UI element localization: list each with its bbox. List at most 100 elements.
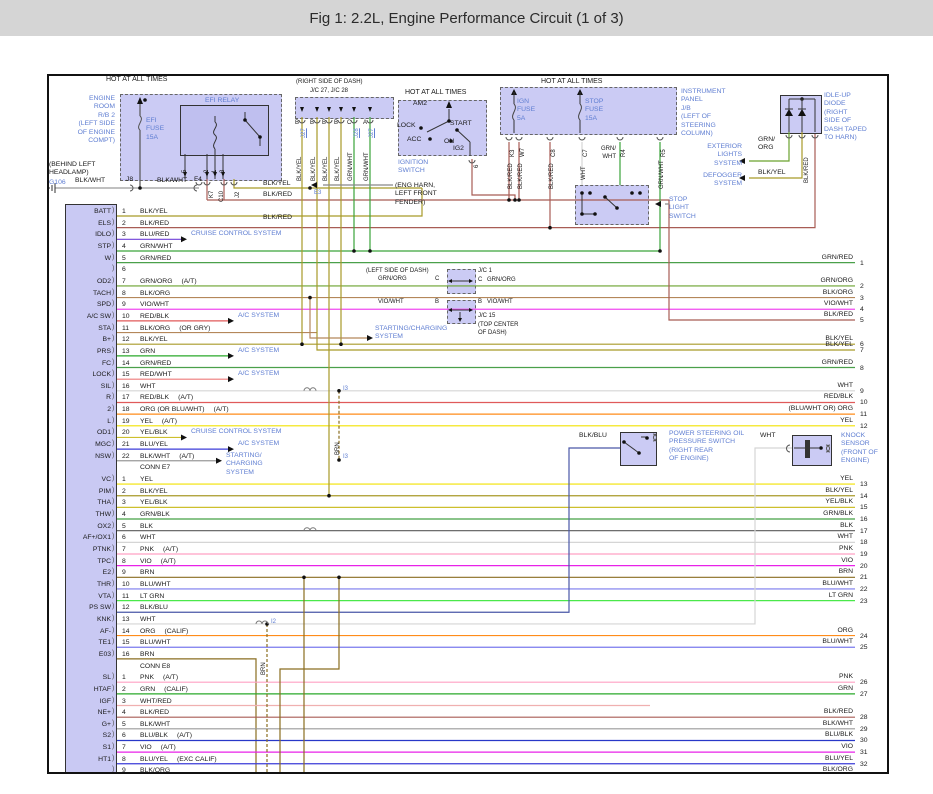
system-arrow-label: A/C SYSTEM xyxy=(238,346,280,354)
pin-number: 10 xyxy=(122,580,130,588)
pin-bracket: ) xyxy=(112,253,115,261)
wire-color-label: PNK (A/T) xyxy=(140,674,179,682)
exit-wire-number: 2 xyxy=(860,282,864,290)
efi-relay-box xyxy=(180,105,269,156)
wire-note: (EXC CALIF) xyxy=(176,755,217,763)
symbol xyxy=(309,527,317,531)
pin-bracket: ) xyxy=(112,335,115,343)
pin-bracket: ) xyxy=(112,230,115,238)
wire-color-label: GRN xyxy=(140,347,156,355)
label-relay_pins-0: 5 xyxy=(182,169,188,173)
pin-number: 4 xyxy=(122,242,126,250)
junction-dot xyxy=(517,198,521,202)
label-e3: E3 xyxy=(314,190,322,196)
label-fuse_wires-1: BLK/RED xyxy=(518,163,524,189)
pin-number: 13 xyxy=(122,347,130,355)
figure-title: Fig 1: 2.2L, Engine Performance Circuit … xyxy=(0,0,933,36)
pin-number: 3 xyxy=(122,697,126,705)
label-blk_wht_2: BLK/WHT xyxy=(157,177,188,184)
exit-wire-number: 24 xyxy=(860,632,868,640)
wire-color-label: BLK/YEL xyxy=(140,208,168,215)
label-jc15_rb: B xyxy=(478,299,483,305)
exit-wire-number: 18 xyxy=(860,539,868,547)
pin-bracket: ) xyxy=(112,649,115,657)
junction-connector-15-box xyxy=(447,300,476,324)
label-lock: LOCK xyxy=(397,122,416,129)
connector-pin-label: OX2 xyxy=(97,522,111,530)
connector-pin-label: SIL xyxy=(100,382,111,390)
system-arrow-label: A/C SYSTEM xyxy=(238,370,280,378)
wire-color-label: PNK (A/T) xyxy=(140,545,179,553)
exit-wire-label: (BLU/WHT OR) ORG xyxy=(788,405,853,413)
wire-color-label: BLU/WHT xyxy=(140,580,171,588)
pin-bracket: ) xyxy=(112,556,115,564)
pin-bracket: ) xyxy=(112,370,115,378)
wire-note: (A/T) xyxy=(176,732,193,740)
label-start: START xyxy=(450,120,472,127)
exit-wire-label: PNK xyxy=(839,544,853,552)
symbol xyxy=(303,387,311,391)
wire-note: (A/T) xyxy=(162,674,179,682)
connector-pin-label: THW xyxy=(95,511,111,519)
junction-connector-27-28-box xyxy=(295,97,394,119)
connector-pin-label: PRS xyxy=(97,347,111,355)
label-jc_links-0: J27 xyxy=(301,128,307,138)
wire-color-label: WHT xyxy=(140,382,156,390)
connector-pin-label: L xyxy=(107,417,111,425)
pin-number: 19 xyxy=(122,417,130,425)
connector-pin-label: 2 xyxy=(107,406,111,414)
wire-color-label: BLK/YEL xyxy=(140,336,168,344)
label-hot2: HOT AT ALL TIMES xyxy=(405,89,467,96)
exit-wire-number: 28 xyxy=(860,714,868,722)
label-i3_a: I3 xyxy=(343,386,349,392)
system-arrow-label: CRUISE CONTROL SYSTEM xyxy=(191,230,282,238)
wire-note: (OR GRY) xyxy=(179,324,211,332)
connector-pin-label: NSW xyxy=(95,452,111,460)
wire-color-label: YEL (A/T) xyxy=(140,417,177,425)
exit-wire-number: 7 xyxy=(860,347,864,354)
pin-bracket: ) xyxy=(112,521,115,529)
label-ignition_switch: IGNITION SWITCH xyxy=(398,159,429,175)
exit-wire-label: GRN/ORG xyxy=(820,276,853,284)
symbol xyxy=(505,136,513,141)
label-blk_wht_1: BLK/WHT xyxy=(75,177,106,184)
symbol xyxy=(798,134,806,139)
pin-bracket: ) xyxy=(112,323,115,331)
connector-header: CONN E8 xyxy=(140,662,171,670)
wire-note: (CALIF) xyxy=(164,685,188,693)
label-jc_wires-3: BLK/YEL xyxy=(335,156,341,181)
label-jc1: J/C 1 xyxy=(478,268,493,274)
wire-note: (A/T) xyxy=(179,452,195,460)
connector-pin-label: TACH xyxy=(93,289,111,297)
exit-wire-number: 4 xyxy=(860,306,864,314)
pin-bracket: ) xyxy=(112,241,115,249)
junction-dot xyxy=(339,342,343,347)
pin-number: 2 xyxy=(122,685,126,693)
wire xyxy=(117,447,792,625)
exit-wire-label: BLK/RED xyxy=(823,311,853,318)
label-relay_pins-1: 2 xyxy=(204,169,210,173)
label-engine_room: ENGINE ROOM R/B 2 (LEFT SIDE OF ENGINE C… xyxy=(77,95,115,145)
label-hot1: HOT AT ALL TIMES xyxy=(106,76,168,83)
wire-color-label: BLK/WHT xyxy=(140,720,171,728)
exit-wire-label: ORG xyxy=(837,626,853,634)
label-relay_pins-2: 1 xyxy=(212,169,218,173)
connector-pin-label: ELS xyxy=(98,219,111,227)
wire-color-label: GRN/RED xyxy=(140,254,172,262)
connector-pin-label: AF- xyxy=(100,627,111,635)
pin-bracket: ) xyxy=(112,579,115,587)
connector-pin-label: G+ xyxy=(101,720,111,728)
exit-wire-number: 32 xyxy=(860,760,868,768)
symbol xyxy=(785,134,793,139)
exit-wire-number: 3 xyxy=(860,294,864,302)
connector-pin-label: E03 xyxy=(98,650,111,658)
label-grn_org: GRN/ ORG xyxy=(758,136,775,152)
label-i3_b: I3 xyxy=(343,454,349,460)
symbol xyxy=(786,444,791,453)
connector-pin-label: VC xyxy=(101,476,111,484)
symbol xyxy=(350,119,358,124)
label-stop_fuse: STOP FUSE 15A xyxy=(585,98,604,122)
pin-bracket: ) xyxy=(112,696,115,704)
pin-number: 5 xyxy=(122,522,126,530)
pin-number: 8 xyxy=(122,289,126,297)
